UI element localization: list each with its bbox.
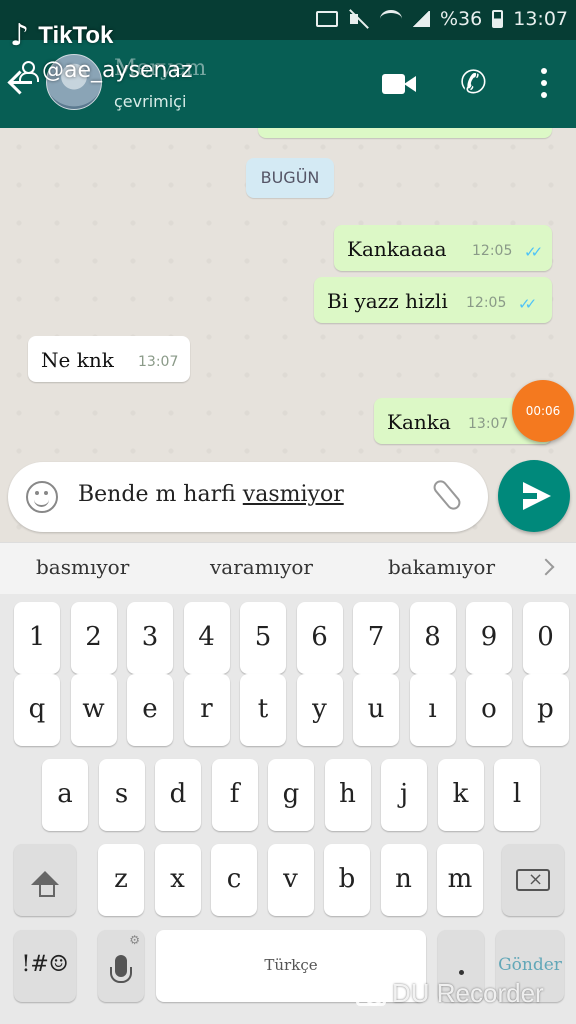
message-input-text[interactable]: Bende m harfi vasmiyor	[78, 482, 344, 507]
key-f[interactable]: f	[211, 759, 258, 831]
message-time: 13:07	[138, 354, 179, 370]
tiktok-watermark: ♪ TikTok @ae_aysenaz	[10, 18, 193, 83]
chevron-right-icon[interactable]	[537, 558, 555, 576]
message-time: 12:05	[472, 243, 513, 259]
more-menu-icon[interactable]	[538, 68, 550, 98]
message-text: Bi yazz hizli	[327, 289, 448, 313]
wifi-icon	[380, 10, 402, 28]
key-r[interactable]: r	[183, 674, 230, 746]
input-text-composing: vasmiyor	[242, 482, 344, 507]
key-a[interactable]: a	[42, 759, 88, 831]
key-u[interactable]: u	[353, 674, 399, 746]
date-chip: BUGÜN	[246, 158, 334, 198]
key-g[interactable]: g	[268, 759, 314, 831]
voice-key[interactable]: ⚙	[98, 930, 144, 1002]
key-b[interactable]: b	[324, 844, 370, 916]
chat-header: Meryem çevrimiçi ✆	[0, 40, 576, 128]
status-icons: %36 13:07	[316, 8, 568, 30]
message-time: 13:07	[468, 416, 509, 432]
key-t[interactable]: t	[240, 674, 286, 746]
phone-call-icon[interactable]: ✆	[460, 66, 487, 98]
key-v[interactable]: v	[267, 844, 314, 916]
message-time: 12:05	[466, 295, 507, 311]
message-text: Kankaaaa	[347, 237, 447, 261]
send-icon	[523, 482, 551, 510]
period-dot-icon	[459, 970, 464, 975]
key-ı[interactable]: ı	[409, 674, 456, 746]
tiktok-logo-icon: ♪	[10, 18, 30, 53]
key-8[interactable]: 8	[409, 602, 456, 674]
tiktok-handle: @ae_aysenaz	[18, 58, 193, 83]
previous-message-bubble	[258, 128, 552, 138]
message-bubble-outgoing[interactable]: Bi yazz hizli 12:05 ✓✓	[314, 277, 552, 323]
camera-icon	[356, 984, 386, 1007]
suggestion-strip: basmıyor varamıyor bakamıyor	[0, 542, 576, 594]
person-icon	[18, 61, 39, 82]
message-bubble-incoming[interactable]: Ne knk 13:07	[28, 336, 190, 382]
key-o[interactable]: o	[466, 674, 512, 746]
input-text-prefix: Bende m harfi	[78, 482, 243, 507]
gear-icon: ⚙	[129, 933, 140, 947]
key-m[interactable]: m	[437, 844, 483, 916]
microphone-icon	[110, 955, 132, 983]
key-3[interactable]: 3	[127, 602, 173, 674]
key-w[interactable]: w	[70, 674, 117, 746]
key-j[interactable]: j	[381, 759, 427, 831]
recorder-label: DU Recorder	[392, 978, 544, 1008]
key-2[interactable]: 2	[70, 602, 117, 674]
symbols-key[interactable]: !#☺	[14, 930, 76, 1002]
emoji-icon[interactable]	[26, 481, 58, 513]
read-ticks-icon: ✓✓	[518, 295, 537, 313]
cast-icon	[316, 11, 338, 27]
keyboard: 1234567890 qwertyuıop asdfghjkl zxcvbnm …	[0, 594, 576, 1024]
key-z[interactable]: z	[98, 844, 144, 916]
signal-icon	[412, 11, 430, 27]
key-9[interactable]: 9	[466, 602, 512, 674]
key-n[interactable]: n	[380, 844, 427, 916]
key-p[interactable]: p	[522, 674, 569, 746]
suggestion-item[interactable]: bakamıyor	[388, 555, 495, 579]
backspace-key[interactable]	[502, 844, 564, 916]
video-call-icon[interactable]	[382, 74, 416, 94]
key-e[interactable]: e	[127, 674, 173, 746]
send-button[interactable]	[498, 460, 570, 532]
battery-percent: %36	[440, 8, 483, 30]
key-7[interactable]: 7	[353, 602, 399, 674]
key-h[interactable]: h	[324, 759, 371, 831]
suggestion-item[interactable]: basmıyor	[36, 555, 129, 579]
key-y[interactable]: y	[296, 674, 343, 746]
tiktok-handle-text: @ae_aysenaz	[42, 58, 193, 83]
message-input[interactable]: Bende m harfi vasmiyor	[8, 462, 488, 532]
contact-status: çevrimiçi	[114, 92, 187, 111]
battery-icon	[492, 10, 504, 28]
key-k[interactable]: k	[437, 759, 484, 831]
message-text: Ne knk	[41, 348, 114, 372]
shift-key[interactable]	[14, 844, 76, 916]
status-time: 13:07	[513, 8, 568, 30]
tiktok-brand: TikTok	[38, 21, 114, 49]
key-l[interactable]: l	[494, 759, 540, 831]
key-1[interactable]: 1	[14, 602, 60, 674]
mute-icon	[348, 10, 370, 28]
attach-icon[interactable]	[430, 477, 464, 513]
key-x[interactable]: x	[154, 844, 201, 916]
key-6[interactable]: 6	[296, 602, 343, 674]
read-ticks-icon: ✓✓	[524, 243, 543, 261]
key-5[interactable]: 5	[240, 602, 286, 674]
key-q[interactable]: q	[14, 674, 60, 746]
key-0[interactable]: 0	[522, 602, 569, 674]
key-c[interactable]: c	[211, 844, 257, 916]
message-text: Kanka	[387, 410, 451, 434]
key-s[interactable]: s	[98, 759, 145, 831]
key-d[interactable]: d	[155, 759, 201, 831]
suggestion-item[interactable]: varamıyor	[210, 555, 313, 579]
backspace-icon	[516, 845, 550, 915]
recording-timer-badge[interactable]: 00:06	[512, 380, 574, 442]
key-4[interactable]: 4	[183, 602, 230, 674]
du-recorder-watermark: DU Recorder	[356, 978, 544, 1009]
message-bubble-outgoing[interactable]: Kankaaaa 12:05 ✓✓	[334, 225, 552, 271]
shift-icon	[31, 871, 59, 897]
